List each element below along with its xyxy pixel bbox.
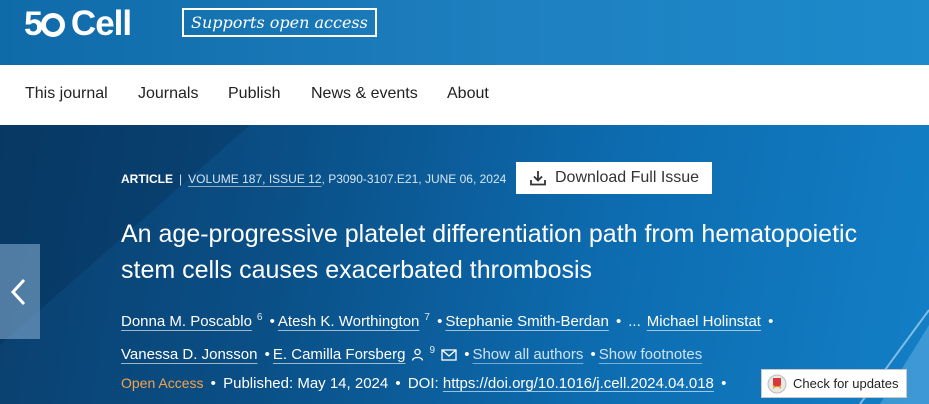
author-separator: • bbox=[437, 313, 443, 330]
author-separator: • bbox=[264, 346, 270, 363]
author-separator: • bbox=[464, 346, 470, 363]
nav-news-events[interactable]: News & events bbox=[311, 85, 418, 103]
info-separator: • bbox=[210, 375, 216, 392]
author-name[interactable]: E. Camilla Forsberg bbox=[273, 346, 406, 363]
article-type: ARTICLE bbox=[121, 172, 173, 186]
doi-label: DOI: bbox=[407, 375, 439, 392]
doi-link[interactable]: https://doi.org/10.1016/j.cell.2024.04.0… bbox=[443, 375, 714, 392]
show-footnotes-link[interactable]: Show footnotes bbox=[599, 346, 702, 363]
author-name[interactable]: Donna M. Poscablo bbox=[121, 313, 252, 330]
nav-publish[interactable]: Publish bbox=[228, 85, 280, 103]
author-separator: • bbox=[269, 313, 275, 330]
author-affiliation-sup[interactable]: 6 bbox=[257, 312, 263, 323]
author-name[interactable]: Stephanie Smith-Berdan bbox=[445, 313, 608, 330]
nav-journals[interactable]: Journals bbox=[138, 85, 198, 103]
info-separator: • bbox=[721, 375, 727, 392]
volume-issue-link[interactable]: VOLUME 187, ISSUE 12 bbox=[188, 172, 321, 186]
download-label: Download Full Issue bbox=[555, 169, 700, 186]
article-meta: ARTICLE | VOLUME 187, ISSUE 12, P3090-3107… bbox=[121, 172, 506, 186]
article-hero: ARTICLE | VOLUME 187, ISSUE 12, P3090-3107… bbox=[0, 125, 929, 404]
nav-this-journal[interactable]: This journal bbox=[25, 85, 108, 103]
site-header: 5 Cell Supports open access bbox=[0, 0, 929, 65]
author-separator: • bbox=[615, 313, 622, 330]
chevron-left-icon bbox=[10, 278, 26, 306]
check-updates-label: Check for updates bbox=[793, 376, 899, 391]
crossmark-icon bbox=[767, 374, 787, 393]
cell-50-logo[interactable]: 5 Cell bbox=[24, 4, 132, 44]
published-date: Published: May 14, 2024 bbox=[223, 375, 389, 392]
open-access-label: Open Access bbox=[121, 375, 204, 391]
pages-date: , P3090-3107.E21, JUNE 06, 2024 bbox=[321, 172, 507, 186]
mail-icon[interactable] bbox=[441, 349, 457, 361]
author-affiliation-sup[interactable]: 9 bbox=[429, 345, 435, 356]
author-separator: • bbox=[768, 313, 774, 330]
info-separator: • bbox=[395, 375, 401, 392]
authors-ellipsis: ... bbox=[628, 313, 641, 330]
download-icon bbox=[530, 171, 546, 186]
show-all-authors-link[interactable]: Show all authors bbox=[472, 346, 583, 363]
supports-open-access-badge[interactable]: Supports open access bbox=[182, 8, 377, 37]
logo-number: 5 bbox=[24, 7, 65, 41]
article-title: An age-progressive platelet differentiat… bbox=[121, 220, 858, 284]
author-name[interactable]: Vanessa D. Jonsson bbox=[121, 346, 257, 363]
person-icon[interactable] bbox=[411, 348, 424, 361]
download-full-issue-button[interactable]: Download Full Issue bbox=[516, 162, 712, 194]
logo-name: Cell bbox=[70, 4, 132, 43]
main-nav: This journal Journals Publish News & eve… bbox=[0, 65, 929, 125]
author-separator: • bbox=[590, 346, 596, 363]
author-name[interactable]: Atesh K. Worthington bbox=[278, 313, 419, 330]
previous-article-button[interactable] bbox=[0, 244, 40, 339]
author-list: Donna M. Poscablo 6 • Atesh K. Worthington… bbox=[121, 303, 881, 369]
meta-separator: | bbox=[179, 172, 183, 186]
publication-info: Open Access • Published: May 14, 2024 • … bbox=[121, 374, 729, 393]
author-affiliation-sup[interactable]: 7 bbox=[424, 312, 430, 323]
check-for-updates-button[interactable]: Check for updates bbox=[761, 369, 907, 398]
author-name[interactable]: Michael Holinstat bbox=[647, 313, 761, 330]
nav-about[interactable]: About bbox=[447, 85, 489, 103]
